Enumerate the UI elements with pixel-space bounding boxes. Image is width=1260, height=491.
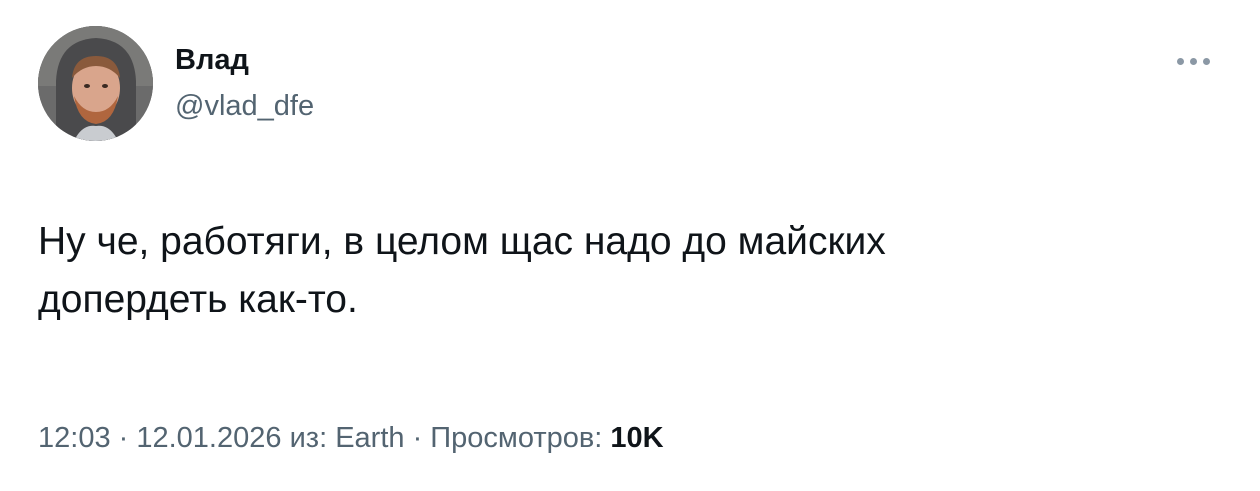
more-options-button[interactable] — [1164, 44, 1222, 78]
more-horizontal-icon-dot — [1189, 57, 1197, 65]
tweet-source: Earth — [335, 422, 405, 454]
more-horizontal-icon — [1176, 57, 1184, 65]
meta-separator: · — [110, 422, 137, 454]
tweet-time[interactable]: 12:03 — [38, 422, 111, 454]
meta-separator: · — [404, 422, 431, 454]
source-prefix: из: — [281, 422, 336, 454]
tweet-date[interactable]: 12.01.2026 — [136, 422, 281, 454]
views-label: Просмотров: — [430, 422, 611, 454]
more-horizontal-icon-dot — [1202, 57, 1210, 65]
avatar[interactable] — [38, 26, 153, 141]
views-count[interactable]: 10K — [610, 422, 663, 454]
avatar-image — [38, 26, 153, 141]
display-name[interactable]: Влад — [175, 42, 314, 78]
tweet-meta: 12:03 · 12.01.2026 из: Earth · Просмотро… — [38, 420, 664, 456]
tweet-text: Ну че, работяги, в целом щас надо до май… — [38, 220, 886, 321]
user-info: Влад @vlad_dfe — [175, 42, 314, 124]
tweet-card: Влад @vlad_dfe Ну че, работяги, в целом … — [0, 0, 1260, 491]
username-handle[interactable]: @vlad_dfe — [175, 88, 314, 124]
